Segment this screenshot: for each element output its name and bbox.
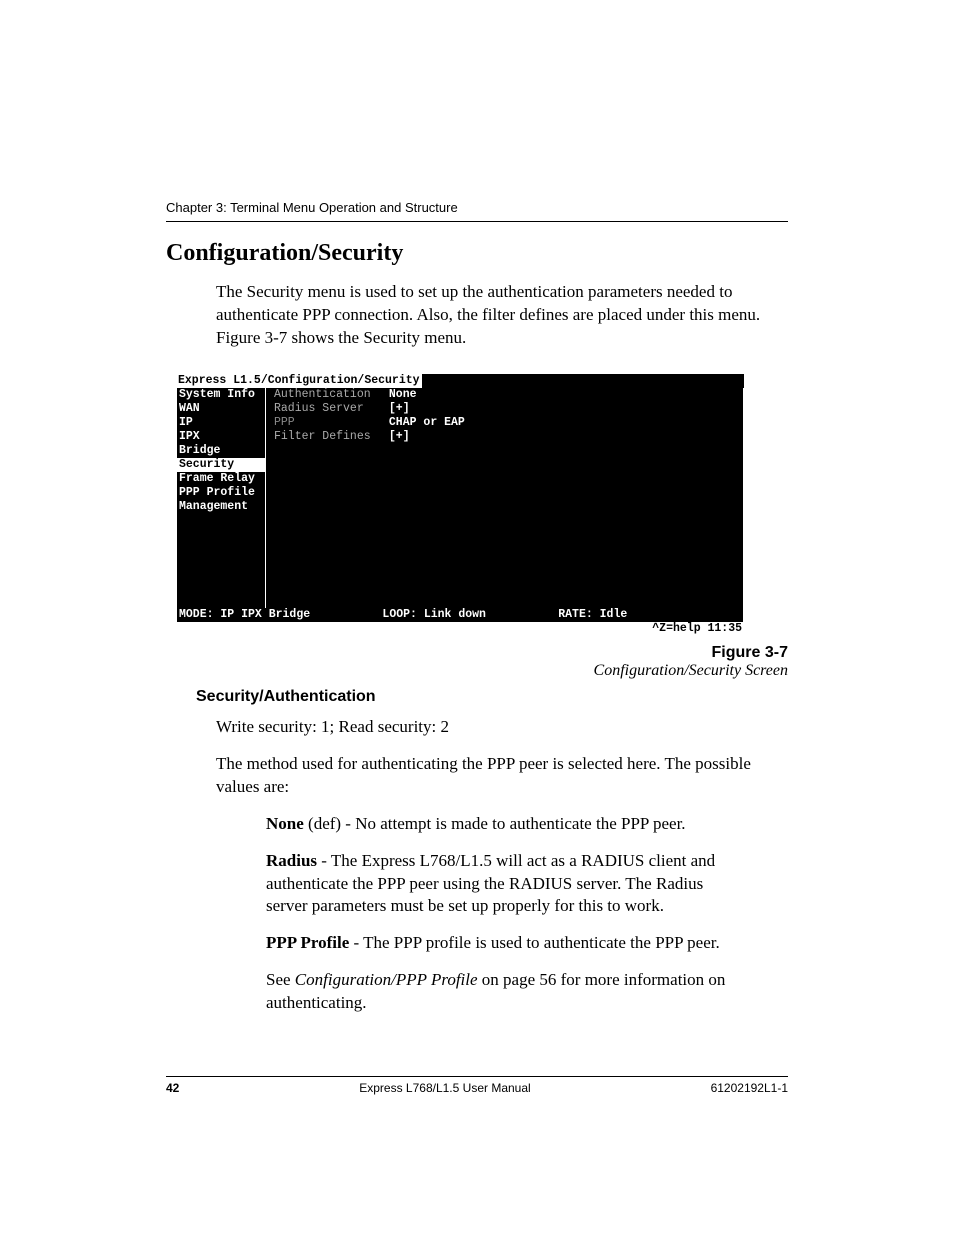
definition-radius: Radius - The Express L768/L1.5 will act …: [266, 850, 748, 919]
field-value: [+]: [389, 402, 410, 415]
subsection-heading: Security/Authentication: [196, 688, 788, 706]
footer-right: 61202192L1-1: [711, 1081, 788, 1095]
definition-ppp-profile: PPP Profile - The PPP profile is used to…: [266, 932, 748, 955]
field-label: Filter Defines: [274, 430, 382, 444]
definition-term: Radius: [266, 851, 317, 870]
definition-none: None (def) - No attempt is made to authe…: [266, 813, 748, 836]
page-footer: 42 Express L768/L1.5 User Manual 6120219…: [166, 1076, 788, 1095]
terminal-title: Express L1.5/Configuration/Security: [176, 374, 744, 388]
menu-item: IP: [177, 416, 265, 430]
figure-desc: Configuration/Security Screen: [166, 662, 788, 680]
field-row: Filter Defines [+]: [274, 430, 465, 444]
page: Chapter 3: Terminal Menu Operation and S…: [0, 0, 954, 1235]
field-value: CHAP or EAP: [389, 416, 465, 429]
field-label: PPP: [274, 416, 382, 430]
status-spacer: [700, 608, 741, 622]
footer-rule: [166, 1076, 788, 1077]
menu-item: Bridge: [177, 444, 265, 458]
status-loop: LOOP: Link down: [382, 608, 486, 622]
terminal-screenshot: Express L1.5/Configuration/Security Syst…: [176, 374, 744, 636]
terminal-body: System Info WAN IP IPX Bridge Security F…: [176, 388, 744, 608]
help-text: ^Z=help 11:35: [652, 622, 742, 635]
field-row: Radius Server [+]: [274, 402, 465, 416]
page-number: 42: [166, 1081, 179, 1095]
terminal-title-text: Express L1.5/Configuration/Security: [176, 374, 422, 388]
security-levels: Write security: 1; Read security: 2: [216, 716, 788, 739]
field-row: PPP CHAP or EAP: [274, 416, 465, 430]
footer-center: Express L768/L1.5 User Manual: [359, 1081, 530, 1095]
footer-row: 42 Express L768/L1.5 User Manual 6120219…: [166, 1081, 788, 1095]
definition-term: None: [266, 814, 304, 833]
field-label: Authentication: [274, 388, 382, 402]
field-value: [+]: [389, 430, 410, 443]
definition-text: - The PPP profile is used to authenticat…: [349, 933, 720, 952]
menu-item: Management: [177, 500, 265, 514]
section-title: Configuration/Security: [166, 240, 788, 267]
field-label: Radius Server: [274, 402, 382, 416]
security-description: The method used for authenticating the P…: [216, 753, 788, 799]
figure-caption: Figure 3-7 Configuration/Security Screen: [166, 644, 788, 680]
definition-see-also: See Configuration/PPP Profile on page 56…: [266, 969, 748, 1015]
menu-item: IPX: [177, 430, 265, 444]
figure-number: Figure 3-7: [166, 644, 788, 662]
chapter-heading: Chapter 3: Terminal Menu Operation and S…: [166, 200, 788, 215]
terminal-status: MODE: IP IPX Bridge LOOP: Link down RATE…: [176, 608, 744, 622]
definition-term: PPP Profile: [266, 933, 349, 952]
top-rule: [166, 221, 788, 222]
status-rate: RATE: Idle: [558, 608, 627, 622]
definitions-list: None (def) - No attempt is made to authe…: [266, 813, 748, 1016]
menu-item: Frame Relay: [177, 472, 265, 486]
status-mode: MODE: IP IPX Bridge: [179, 608, 310, 622]
menu-item-selected: Security: [177, 458, 265, 472]
terminal-help-bar: ^Z=help 11:35: [176, 622, 744, 636]
menu-item: PPP Profile: [177, 486, 265, 500]
menu-item: WAN: [177, 402, 265, 416]
see-reference: Configuration/PPP Profile: [295, 970, 478, 989]
terminal-fields: Authentication None Radius Server [+] PP…: [266, 388, 473, 608]
see-pre: See: [266, 970, 295, 989]
terminal-menu: System Info WAN IP IPX Bridge Security F…: [176, 388, 266, 608]
definition-text: - The Express L768/L1.5 will act as a RA…: [266, 851, 715, 916]
field-value: None: [389, 388, 417, 401]
intro-paragraph: The Security menu is used to set up the …: [216, 281, 788, 350]
field-row: Authentication None: [274, 388, 465, 402]
definition-text: (def) - No attempt is made to authentica…: [304, 814, 686, 833]
menu-item: System Info: [177, 388, 265, 402]
